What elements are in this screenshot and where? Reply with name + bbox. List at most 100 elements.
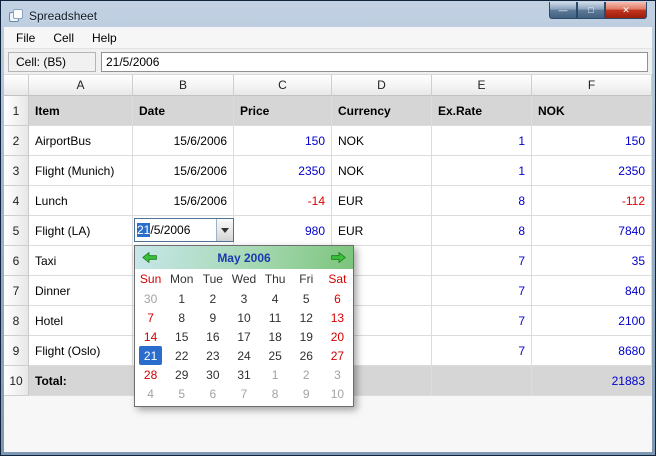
- cell[interactable]: Lunch: [29, 186, 133, 216]
- cell[interactable]: 15/6/2006: [133, 186, 234, 216]
- row-header-2[interactable]: 2: [4, 126, 29, 156]
- cell[interactable]: -14: [234, 186, 332, 216]
- maximize-button[interactable]: □: [577, 2, 605, 19]
- cell[interactable]: Flight (LA): [29, 216, 133, 246]
- cell[interactable]: Price: [234, 96, 332, 126]
- cell[interactable]: 150: [532, 126, 652, 156]
- menu-item-file[interactable]: File: [7, 28, 44, 48]
- app-icon[interactable]: [8, 8, 24, 24]
- close-button[interactable]: ✕: [605, 2, 647, 19]
- cell[interactable]: Dinner: [29, 276, 133, 306]
- calendar-day[interactable]: 26: [291, 346, 322, 365]
- cell[interactable]: AirportBus: [29, 126, 133, 156]
- calendar-day[interactable]: 14: [135, 327, 166, 346]
- row-header-5[interactable]: 5: [4, 216, 29, 246]
- calendar-day[interactable]: 22: [166, 346, 197, 365]
- row-header-10[interactable]: 10: [4, 366, 29, 396]
- row-header-9[interactable]: 9: [4, 336, 29, 366]
- calendar-day[interactable]: 8: [166, 308, 197, 327]
- menu-item-cell[interactable]: Cell: [44, 28, 83, 48]
- calendar-day[interactable]: 2: [197, 289, 228, 308]
- calendar-day[interactable]: 16: [197, 327, 228, 346]
- cell[interactable]: 7: [432, 276, 532, 306]
- calendar-day[interactable]: 10: [228, 308, 259, 327]
- calendar-day[interactable]: 1: [166, 289, 197, 308]
- cell[interactable]: 1: [432, 156, 532, 186]
- cell[interactable]: [432, 366, 532, 396]
- cell[interactable]: 15/6/2006: [133, 156, 234, 186]
- cell[interactable]: 8: [432, 186, 532, 216]
- calendar-day[interactable]: 2: [291, 365, 322, 384]
- row-header-3[interactable]: 3: [4, 156, 29, 186]
- row-header-4[interactable]: 4: [4, 186, 29, 216]
- column-header-b[interactable]: B: [133, 75, 234, 96]
- cell[interactable]: 2350: [532, 156, 652, 186]
- row-header-1[interactable]: 1: [4, 96, 29, 126]
- cell[interactable]: 840: [532, 276, 652, 306]
- calendar-day[interactable]: 5: [291, 289, 322, 308]
- cell[interactable]: EUR: [332, 216, 432, 246]
- calendar-day[interactable]: 4: [260, 289, 291, 308]
- row-header-8[interactable]: 8: [4, 306, 29, 336]
- calendar-day[interactable]: 10: [322, 384, 353, 403]
- cell[interactable]: NOK: [332, 126, 432, 156]
- cell[interactable]: 2350: [234, 156, 332, 186]
- calendar-day[interactable]: 3: [322, 365, 353, 384]
- cell[interactable]: 8: [432, 216, 532, 246]
- row-header-7[interactable]: 7: [4, 276, 29, 306]
- next-month-button[interactable]: [331, 252, 346, 263]
- calendar-day[interactable]: 3: [228, 289, 259, 308]
- cell[interactable]: 7: [432, 246, 532, 276]
- dropdown-button[interactable]: [216, 219, 233, 241]
- calendar-day[interactable]: 7: [228, 384, 259, 403]
- date-editor-combobox[interactable]: 21/5/2006: [134, 218, 234, 242]
- calendar-day[interactable]: 6: [197, 384, 228, 403]
- cell[interactable]: Flight (Munich): [29, 156, 133, 186]
- cell[interactable]: 8680: [532, 336, 652, 366]
- calendar-day[interactable]: 5: [166, 384, 197, 403]
- menu-item-help[interactable]: Help: [83, 28, 126, 48]
- column-header-e[interactable]: E: [432, 75, 532, 96]
- calendar-day[interactable]: 1: [260, 365, 291, 384]
- calendar-day[interactable]: 30: [135, 289, 166, 308]
- column-header-f[interactable]: F: [532, 75, 652, 96]
- calendar-day[interactable]: 20: [322, 327, 353, 346]
- cell[interactable]: 7840: [532, 216, 652, 246]
- calendar-day[interactable]: 13: [322, 308, 353, 327]
- calendar-day[interactable]: 9: [291, 384, 322, 403]
- calendar-day[interactable]: 4: [135, 384, 166, 403]
- calendar-day[interactable]: 25: [260, 346, 291, 365]
- cell[interactable]: 150: [234, 126, 332, 156]
- column-header-d[interactable]: D: [332, 75, 432, 96]
- cell[interactable]: 2100: [532, 306, 652, 336]
- calendar-day[interactable]: 11: [260, 308, 291, 327]
- calendar-day[interactable]: 19: [291, 327, 322, 346]
- cell[interactable]: Item: [29, 96, 133, 126]
- calendar-day[interactable]: 8: [260, 384, 291, 403]
- cell[interactable]: NOK: [332, 156, 432, 186]
- formula-input[interactable]: [101, 51, 648, 72]
- calendar-day[interactable]: 7: [135, 308, 166, 327]
- previous-month-button[interactable]: [142, 252, 157, 263]
- cell[interactable]: NOK: [532, 96, 652, 126]
- date-editor-value[interactable]: 21/5/2006: [135, 219, 216, 241]
- calendar-day[interactable]: 12: [291, 308, 322, 327]
- cell[interactable]: 980: [234, 216, 332, 246]
- calendar-day[interactable]: 29: [166, 365, 197, 384]
- calendar-day[interactable]: 17: [228, 327, 259, 346]
- cell[interactable]: EUR: [332, 186, 432, 216]
- cell[interactable]: 15/6/2006: [133, 126, 234, 156]
- cell[interactable]: Ex.Rate: [432, 96, 532, 126]
- calendar-day[interactable]: 6: [322, 289, 353, 308]
- calendar-day[interactable]: 24: [228, 346, 259, 365]
- cell[interactable]: 7: [432, 336, 532, 366]
- minimize-button[interactable]: —: [549, 2, 577, 19]
- cell[interactable]: Hotel: [29, 306, 133, 336]
- calendar-day[interactable]: 28: [135, 365, 166, 384]
- calendar-day[interactable]: 31: [228, 365, 259, 384]
- calendar-day[interactable]: 30: [197, 365, 228, 384]
- cell[interactable]: -112: [532, 186, 652, 216]
- calendar-day[interactable]: 15: [166, 327, 197, 346]
- calendar-day[interactable]: 9: [197, 308, 228, 327]
- calendar-day[interactable]: 27: [322, 346, 353, 365]
